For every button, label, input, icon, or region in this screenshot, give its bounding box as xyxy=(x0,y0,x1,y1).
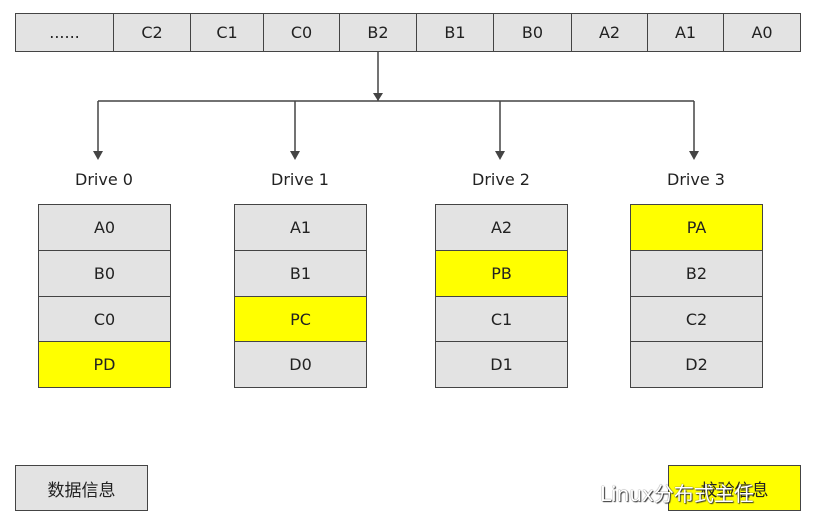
stripe-block: B2 xyxy=(339,13,417,52)
raid5-diagram: ...... C2 C1 C0 B2 B1 B0 A2 A1 A0 Drive 0 A0 B0 C0 PD… xyxy=(0,0,814,531)
data-block: D2 xyxy=(630,341,763,388)
data-block: B0 xyxy=(38,250,171,297)
parity-block: PA xyxy=(630,204,763,251)
stripe-block: ...... xyxy=(15,13,114,52)
stripe-block: A0 xyxy=(723,13,801,52)
data-block: B1 xyxy=(234,250,367,297)
parity-block: PD xyxy=(38,341,171,388)
data-block: C2 xyxy=(630,296,763,342)
parity-block: PB xyxy=(435,250,568,297)
data-block: C1 xyxy=(435,296,568,342)
stripe-block: B0 xyxy=(493,13,572,52)
drive-label: Drive 0 xyxy=(75,170,133,189)
drive-label: Drive 2 xyxy=(472,170,530,189)
stripe-block: C0 xyxy=(263,13,340,52)
data-block: B2 xyxy=(630,250,763,297)
stripe-block: B1 xyxy=(416,13,494,52)
stripe-block: A1 xyxy=(647,13,724,52)
data-block: C0 xyxy=(38,296,171,342)
stripe-block: C2 xyxy=(113,13,191,52)
data-block: D0 xyxy=(234,341,367,388)
data-block: A2 xyxy=(435,204,568,251)
data-block: A1 xyxy=(234,204,367,251)
parity-block: PC xyxy=(234,296,367,342)
drive-label: Drive 3 xyxy=(667,170,725,189)
watermark: Linux分布式主任 xyxy=(600,482,754,506)
data-block: D1 xyxy=(435,341,568,388)
stripe-block: C1 xyxy=(190,13,264,52)
drive-label: Drive 1 xyxy=(271,170,329,189)
legend-data: 数据信息 xyxy=(15,465,148,511)
stripe-block: A2 xyxy=(571,13,648,52)
data-block: A0 xyxy=(38,204,171,251)
